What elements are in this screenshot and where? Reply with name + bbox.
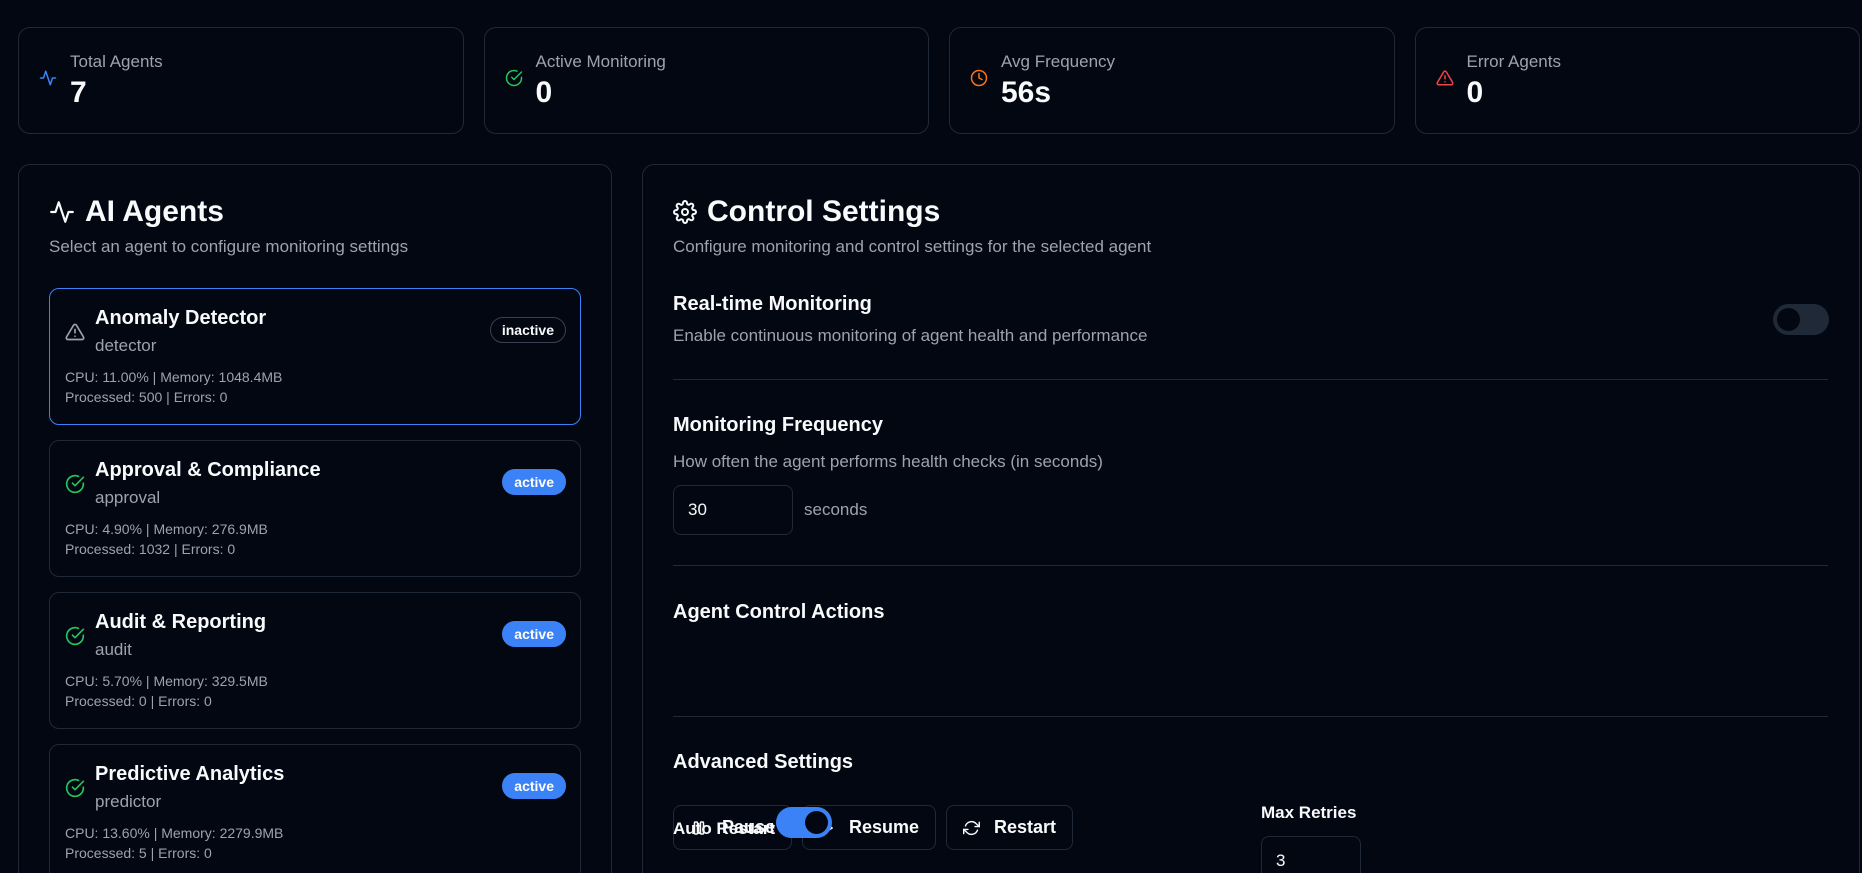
stat-value: 0 [535, 76, 553, 109]
auto-restart-label: Auto Restart [673, 819, 776, 838]
agent-metrics-usage: CPU: 13.60% | Memory: 2279.9MB [65, 825, 284, 841]
toggle-knob [805, 811, 828, 834]
auto-restart-toggle[interactable] [776, 807, 832, 838]
gear-icon [673, 200, 697, 224]
agent-metrics-usage: CPU: 5.70% | Memory: 329.5MB [65, 673, 268, 689]
agent-card[interactable]: Audit & Reporting audit CPU: 5.70% | Mem… [49, 592, 581, 729]
stat-label: Error Agents [1466, 52, 1562, 71]
agents-panel-title: AI Agents [49, 195, 224, 229]
clock-icon [970, 69, 988, 87]
stat-value: 56s [1001, 76, 1052, 109]
stat-card-avg-frequency: Avg Frequency 56s [949, 27, 1395, 134]
max-retries-input[interactable] [1261, 836, 1361, 873]
restart-button-label: Restart [993, 817, 1056, 837]
control-settings-panel: Control Settings Configure monitoring an… [642, 164, 1860, 873]
stat-label: Avg Frequency [1001, 52, 1116, 71]
status-badge: inactive [489, 317, 566, 343]
check-circle-icon [65, 778, 85, 798]
control-panel-description: Configure monitoring and control setting… [673, 237, 1152, 256]
frequency-input[interactable] [673, 485, 793, 535]
alert-triangle-icon [65, 323, 85, 341]
status-badge: active [502, 621, 566, 647]
divider [673, 379, 1828, 380]
monitoring-frequency-title: Monitoring Frequency [673, 414, 883, 436]
agent-metrics-usage: CPU: 4.90% | Memory: 276.9MB [65, 521, 268, 537]
alert-triangle-icon [1435, 70, 1454, 86]
agent-metrics-processed: Processed: 0 | Errors: 0 [65, 693, 212, 709]
agent-card[interactable]: Anomaly Detector detector CPU: 11.00% | … [49, 288, 581, 425]
agent-name: Anomaly Detector [95, 307, 267, 329]
agent-type: audit [95, 640, 132, 659]
check-circle-icon [65, 474, 85, 494]
check-circle-icon [65, 626, 85, 646]
agent-type: predictor [95, 792, 162, 811]
agent-control-actions-title: Agent Control Actions [673, 601, 885, 623]
agent-type: approval [95, 488, 161, 507]
realtime-monitoring-title: Real-time Monitoring [673, 293, 872, 315]
status-badge: active [502, 773, 566, 799]
refresh-icon [963, 820, 980, 835]
stat-value: 7 [70, 76, 87, 109]
stat-card-total-agents: Total Agents 7 [18, 27, 464, 134]
agent-metrics-usage: CPU: 11.00% | Memory: 1048.4MB [65, 369, 283, 385]
max-retries-label: Max Retries [1261, 803, 1357, 822]
realtime-monitoring-toggle[interactable] [1773, 304, 1829, 335]
agent-card[interactable]: Approval & Compliance approval CPU: 4.90… [49, 440, 581, 577]
agent-name: Predictive Analytics [95, 763, 285, 785]
control-panel-title-text: Control Settings [707, 195, 941, 228]
stats-row: Total Agents 7 Active Monitoring 0 Avg F… [18, 27, 1860, 134]
status-badge: active [502, 469, 566, 495]
stat-card-error-agents: Error Agents 0 [1414, 27, 1860, 134]
divider [673, 716, 1828, 717]
agents-panel-description: Select an agent to configure monitoring … [49, 237, 409, 256]
stat-value: 0 [1466, 76, 1484, 109]
control-panel-title: Control Settings [673, 195, 940, 229]
stat-label: Total Agents [70, 52, 163, 71]
restart-button[interactable]: Restart [946, 805, 1073, 850]
check-circle-icon [505, 69, 522, 87]
stat-label: Active Monitoring [535, 52, 666, 71]
agents-panel: AI Agents Select an agent to configure m… [18, 164, 612, 873]
stat-card-active-monitoring: Active Monitoring 0 [483, 27, 929, 134]
advanced-settings-title: Advanced Settings [673, 751, 854, 773]
agent-name: Approval & Compliance [95, 459, 321, 481]
agent-metrics-processed: Processed: 1032 | Errors: 0 [65, 541, 236, 557]
agents-panel-title-text: AI Agents [85, 195, 224, 228]
toggle-knob [1777, 308, 1800, 331]
agent-metrics-processed: Processed: 500 | Errors: 0 [65, 389, 228, 405]
resume-button-label: Resume [848, 817, 919, 837]
monitoring-frequency-description: How often the agent performs health chec… [673, 452, 1103, 471]
activity-icon [50, 201, 74, 223]
frequency-unit-label: seconds [804, 500, 868, 519]
agent-metrics-processed: Processed: 5 | Errors: 0 [65, 845, 212, 861]
divider [673, 565, 1828, 566]
activity-icon [39, 70, 57, 86]
realtime-monitoring-description: Enable continuous monitoring of agent he… [673, 326, 1148, 345]
agent-type: detector [95, 336, 157, 355]
agent-name: Audit & Reporting [95, 611, 267, 633]
agent-card[interactable]: Predictive Analytics predictor CPU: 13.6… [49, 744, 581, 873]
